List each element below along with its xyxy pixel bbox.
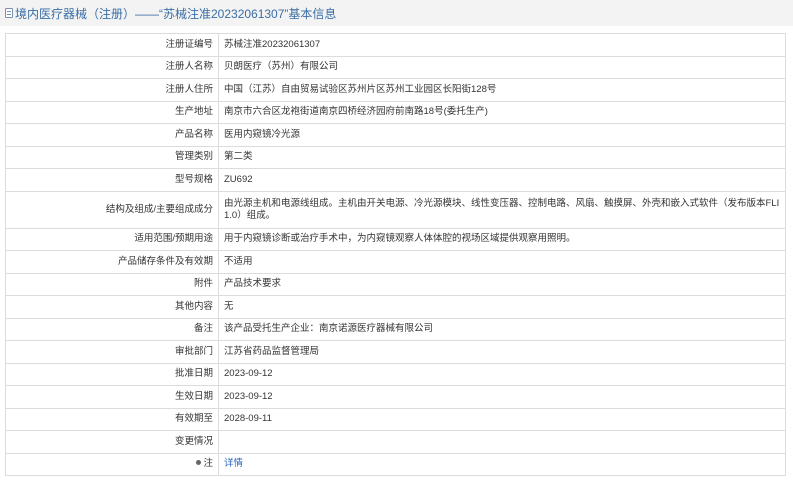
table-row: 其他内容 无 bbox=[5, 295, 786, 319]
row-value bbox=[218, 430, 786, 454]
row-value: 2028-09-11 bbox=[218, 407, 786, 431]
row-label: 变更情况 bbox=[5, 430, 219, 454]
table-row: 生效日期 2023-09-12 bbox=[5, 385, 786, 409]
table-row: 附件 产品技术要求 bbox=[5, 272, 786, 296]
table-row: 有效期至 2028-09-11 bbox=[5, 407, 786, 431]
note-row: 注 详情 bbox=[5, 452, 786, 476]
table-row: 审批部门 江苏省药品监督管理局 bbox=[5, 340, 786, 364]
table-row: 备注 该产品受托生产企业：南京诺源医疗器械有限公司 bbox=[5, 317, 786, 341]
row-label: 其他内容 bbox=[5, 295, 219, 319]
row-value: 医用内窥镜冷光源 bbox=[218, 123, 786, 147]
row-value: 苏械注准20232061307 bbox=[218, 33, 786, 57]
note-label-cell: 注 bbox=[5, 452, 219, 476]
row-value: 产品技术要求 bbox=[218, 272, 786, 296]
note-label: 注 bbox=[203, 458, 213, 470]
row-value: 无 bbox=[218, 295, 786, 319]
row-label: 管理类别 bbox=[5, 145, 219, 169]
table-row: 注册人住所 中国（江苏）自由贸易试验区苏州片区苏州工业园区长阳街128号 bbox=[5, 78, 786, 102]
bullet-icon bbox=[196, 460, 202, 466]
row-label: 型号规格 bbox=[5, 168, 219, 192]
row-value: ZU692 bbox=[218, 168, 786, 192]
row-label: 注册人名称 bbox=[5, 55, 219, 79]
detail-link[interactable]: 详情 bbox=[224, 458, 243, 469]
row-value: 江苏省药品监督管理局 bbox=[218, 340, 786, 364]
table-row: 变更情况 bbox=[5, 430, 786, 454]
row-value: 贝朗医疗（苏州）有限公司 bbox=[218, 55, 786, 79]
row-label: 生产地址 bbox=[5, 100, 219, 124]
table-row: 型号规格 ZU692 bbox=[5, 168, 786, 192]
basic-info-table: 注册证编号 苏械注准20232061307 注册人名称 贝朗医疗（苏州）有限公司… bbox=[5, 33, 786, 476]
table-row: 批准日期 2023-09-12 bbox=[5, 362, 786, 386]
row-label: 批准日期 bbox=[5, 362, 219, 386]
page-title: 境内医疗器械（注册）——“苏械注准20232061307”基本信息 bbox=[15, 6, 337, 21]
row-label: 注册证编号 bbox=[5, 33, 219, 57]
row-label: 附件 bbox=[5, 272, 219, 296]
row-value: 由光源主机和电源线组成。主机由开关电源、冷光源模块、线性变压器、控制电路、风扇、… bbox=[218, 190, 786, 229]
table-row: 注册证编号 苏械注准20232061307 bbox=[5, 33, 786, 57]
table-row: 产品名称 医用内窥镜冷光源 bbox=[5, 123, 786, 147]
row-value: 不适用 bbox=[218, 250, 786, 274]
table-row: 注册人名称 贝朗医疗（苏州）有限公司 bbox=[5, 55, 786, 79]
row-value: 第二类 bbox=[218, 145, 786, 169]
row-label: 适用范围/预期用途 bbox=[5, 227, 219, 251]
row-value: 用于内窥镜诊断或治疗手术中，为内窥镜观察人体体腔的视场区域提供观察用照明。 bbox=[218, 227, 786, 251]
row-label: 结构及组成/主要组成成分 bbox=[5, 190, 219, 229]
table-row: 管理类别 第二类 bbox=[5, 145, 786, 169]
note-value-cell: 详情 bbox=[218, 452, 786, 476]
row-label: 产品储存条件及有效期 bbox=[5, 250, 219, 274]
row-label: 注册人住所 bbox=[5, 78, 219, 102]
row-label: 备注 bbox=[5, 317, 219, 341]
row-value: 2023-09-12 bbox=[218, 362, 786, 386]
table-row: 结构及组成/主要组成成分 由光源主机和电源线组成。主机由开关电源、冷光源模块、线… bbox=[5, 190, 786, 229]
row-label: 有效期至 bbox=[5, 407, 219, 431]
document-icon bbox=[5, 8, 13, 18]
row-label: 生效日期 bbox=[5, 385, 219, 409]
table-row: 生产地址 南京市六合区龙袍街道南京四桥经济园府前南路18号(委托生产) bbox=[5, 100, 786, 124]
page-title-bar: 境内医疗器械（注册）——“苏械注准20232061307”基本信息 bbox=[0, 0, 793, 26]
row-label: 审批部门 bbox=[5, 340, 219, 364]
row-value: 该产品受托生产企业：南京诺源医疗器械有限公司 bbox=[218, 317, 786, 341]
row-value: 中国（江苏）自由贸易试验区苏州片区苏州工业园区长阳街128号 bbox=[218, 78, 786, 102]
row-value: 南京市六合区龙袍街道南京四桥经济园府前南路18号(委托生产) bbox=[218, 100, 786, 124]
row-value: 2023-09-12 bbox=[218, 385, 786, 409]
table-row: 产品储存条件及有效期 不适用 bbox=[5, 250, 786, 274]
row-label: 产品名称 bbox=[5, 123, 219, 147]
table-row: 适用范围/预期用途 用于内窥镜诊断或治疗手术中，为内窥镜观察人体体腔的视场区域提… bbox=[5, 227, 786, 251]
